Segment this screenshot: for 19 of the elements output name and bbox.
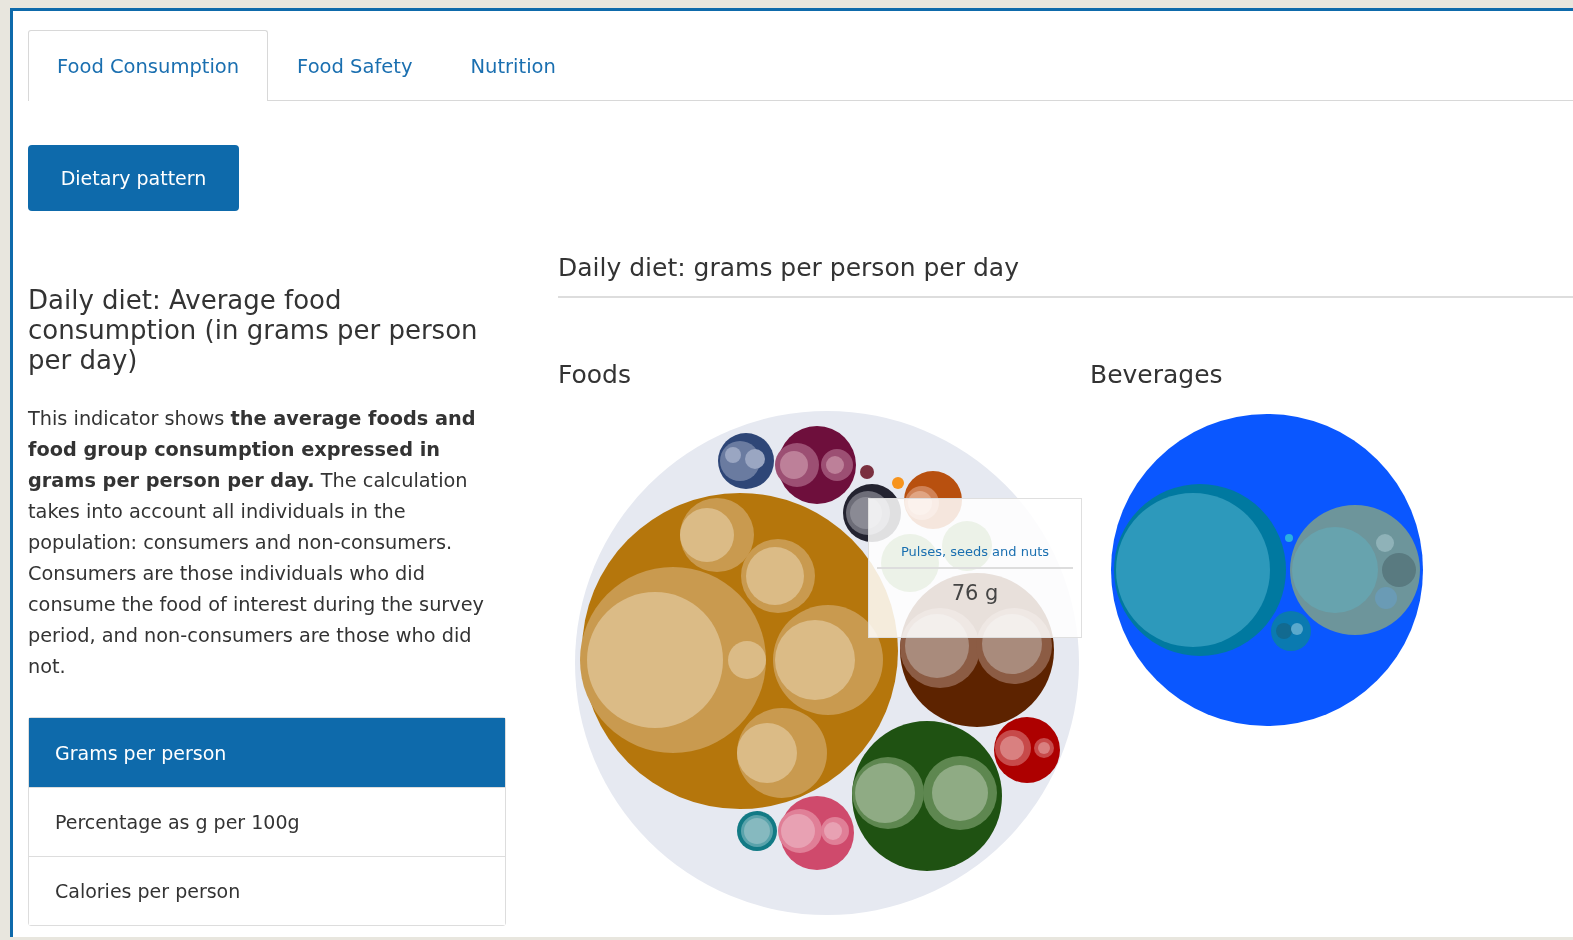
chart-panel-title: Daily diet: grams per person per day <box>558 253 1573 298</box>
dietary-pattern-button[interactable]: Dietary pattern <box>28 145 239 211</box>
bubble[interactable] <box>718 433 774 489</box>
bubble[interactable] <box>860 465 874 479</box>
bubble[interactable] <box>852 721 1002 871</box>
tab[interactable]: Food Consumption <box>28 30 269 101</box>
measure-option[interactable]: Grams per person <box>29 718 505 787</box>
indicator-title: Daily diet: Average food consumption (in grams per person per day) <box>28 285 479 375</box>
measure-option[interactable]: Calories per person <box>29 856 505 925</box>
chart-title: Beverages <box>1090 360 1224 389</box>
tab[interactable]: Food Safety <box>268 30 442 101</box>
chart-title: Foods <box>558 360 632 389</box>
bubble[interactable] <box>1114 484 1286 656</box>
tab[interactable]: Nutrition <box>441 30 585 101</box>
indicator-description: This indicator shows the average foods and food group consumption expressed in grams per person per day. The calculation takes into account all individuals in the population: consumers and non-consumers. Consumers are those individuals who did consume the food of interest during the survey period, and non-consumers are those who did not. <box>28 406 485 680</box>
bubble[interactable] <box>775 426 856 504</box>
tooltip-label: Pulses, seeds and nuts <box>877 544 1073 569</box>
tooltip-value: 76 g <box>950 581 1000 605</box>
bubble[interactable] <box>994 717 1060 783</box>
